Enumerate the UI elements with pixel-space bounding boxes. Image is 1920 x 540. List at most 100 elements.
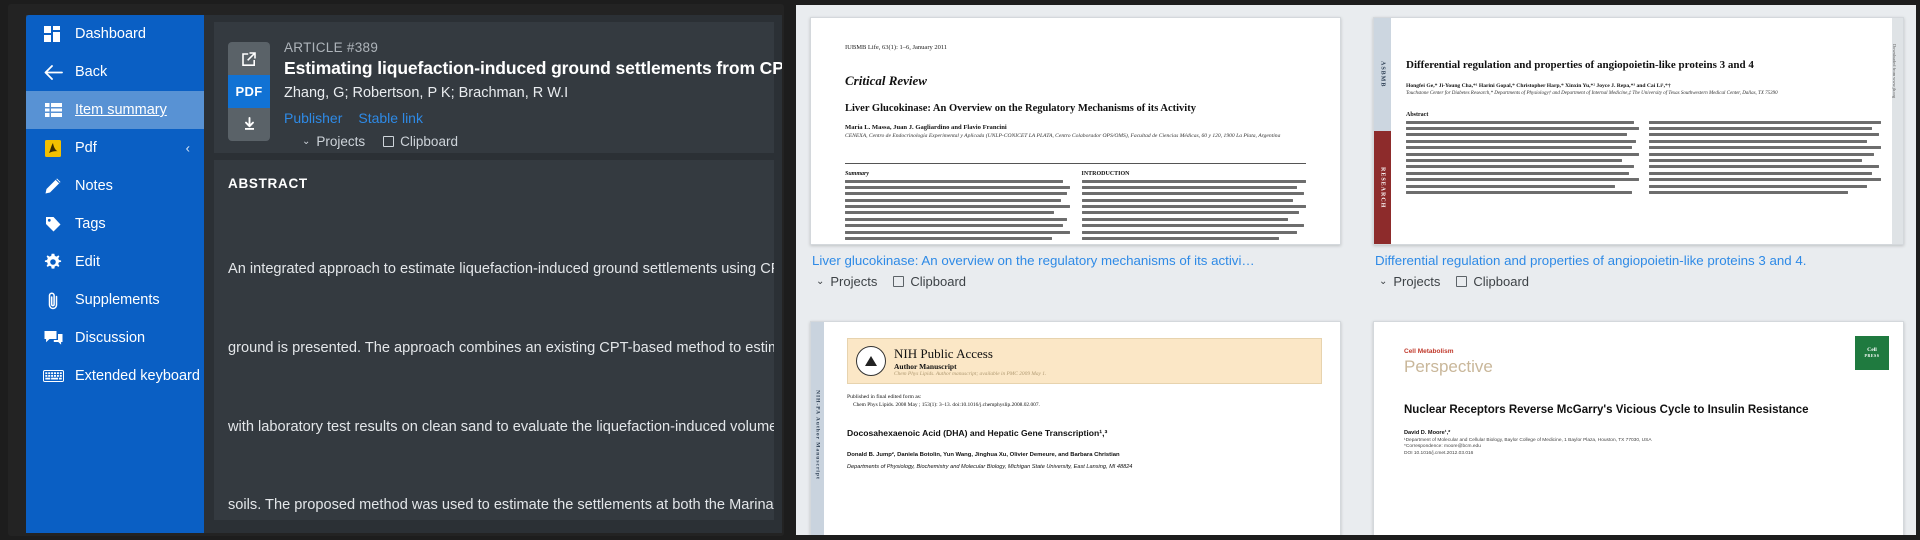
sidebar-item-notes[interactable]: Notes — [26, 167, 204, 205]
external-link-icon[interactable] — [228, 42, 270, 75]
sidebar-item-tags[interactable]: Tags — [26, 205, 204, 243]
download-icon[interactable] — [228, 108, 270, 141]
paper-affiliation: ¹Department of Molecular and Cellular Bi… — [1404, 438, 1652, 456]
projects-label: Projects — [316, 134, 366, 149]
thumbnail-meta: Differential regulation and properties o… — [1361, 245, 1916, 289]
document-preview[interactable]: IUBMB Life, 63(1): 1–6, January 2011 Cri… — [810, 17, 1341, 245]
chevron-down-icon: ⌄ — [816, 276, 825, 287]
sidebar-item-label: Back — [75, 64, 108, 80]
nih-band-note: Chem Phys Lipids. Author manuscript; ava… — [894, 370, 1047, 377]
clipboard-checkbox[interactable]: Clipboard — [893, 274, 966, 289]
chevron-down-icon: ⌄ — [302, 136, 311, 147]
chat-icon — [42, 328, 64, 348]
abstract-line: with laboratory test results on clean sa… — [228, 418, 774, 435]
result-title-link[interactable]: Differential regulation and properties o… — [1375, 253, 1902, 268]
result-chip-row: ⌄ Projects Clipboard — [1375, 274, 1902, 289]
section-heading-summary: Summary — [845, 170, 870, 177]
sidebar-item-label: Tags — [75, 216, 106, 232]
right-panel: IUBMB Life, 63(1): 1–6, January 2011 Cri… — [792, 0, 1920, 540]
section-heading-abstract: Abstract — [1406, 111, 1429, 118]
projects-dropdown[interactable]: ⌄ Projects — [1379, 274, 1440, 289]
thumbnail-card[interactable]: ASBMB RESEARCH Downloaded from www.jlr.o… — [1361, 7, 1916, 305]
abstract-body: An integrated approach to estimate lique… — [228, 204, 774, 520]
paper-title: Docosahexaenoic Acid (DHA) and Hepatic G… — [847, 428, 1108, 438]
thumbnail-card[interactable]: IUBMB Life, 63(1): 1–6, January 2011 Cri… — [798, 7, 1353, 305]
logo-line-2: PRESS — [1864, 353, 1880, 358]
chevron-down-icon: ⌄ — [1379, 276, 1388, 287]
projects-dropdown[interactable]: ⌄ Projects — [816, 274, 877, 289]
abstract-line: An integrated approach to estimate lique… — [228, 261, 774, 278]
paper-page-nih-dha: NIH-PA Author Manuscript NIH Public Acce… — [811, 322, 1340, 535]
paper-affiliation: CENEXA, Centro de Endocrinología Experim… — [845, 133, 1281, 139]
sidebar-item-label: Edit — [75, 254, 100, 270]
pdf-action-stack: PDF — [228, 36, 270, 141]
arrow-left-icon — [42, 62, 64, 82]
abstract-line: ground is presented. The approach combin… — [228, 340, 774, 357]
thumbnail-card[interactable]: NIH-PA Author Manuscript NIH Public Acce… — [798, 311, 1353, 535]
sidebar-item-discussion[interactable]: Discussion — [26, 319, 204, 357]
checkbox-icon — [383, 136, 395, 147]
projects-dropdown[interactable]: ⌄ Projects — [302, 134, 365, 149]
clipboard-label: Clipboard — [400, 134, 458, 149]
download-watermark: Downloaded from www.jlr.org — [1892, 18, 1903, 244]
result-title-link[interactable]: Liver glucokinase: An overview on the re… — [812, 253, 1339, 268]
pdf-format-badge[interactable]: PDF — [228, 75, 270, 108]
watermark-label: Downloaded from www.jlr.org — [1892, 44, 1897, 99]
paper-page-angiopoietin: ASBMB RESEARCH Downloaded from www.jlr.o… — [1374, 18, 1903, 244]
side-tab-label: NIH-PA Author Manuscript — [814, 390, 821, 480]
dashboard-icon — [42, 24, 64, 44]
document-preview[interactable]: Cell PRESS Cell Metabolism Perspective N… — [1373, 321, 1904, 535]
checkbox-icon — [1456, 276, 1468, 287]
nih-band-subtitle: Author Manuscript — [894, 361, 957, 371]
nih-band-title: NIH Public Access — [894, 345, 993, 361]
stable-link[interactable]: Stable link — [358, 110, 423, 126]
abstract-card: ABSTRACT An integrated approach to estim… — [214, 160, 774, 520]
paper-authors: Donald B. Jump², Daniela Botolin, Yun Wa… — [847, 452, 1120, 458]
pencil-icon — [42, 176, 64, 196]
clipboard-checkbox[interactable]: Clipboard — [1456, 274, 1529, 289]
document-preview[interactable]: NIH-PA Author Manuscript NIH Public Acce… — [810, 321, 1341, 535]
article-header-card: PDF ARTICLE #389 Estimating liquefaction… — [214, 22, 782, 153]
gear-icon — [42, 252, 64, 272]
article-authors: Zhang, G; Robertson, P K; Brachman, R W.… — [284, 85, 569, 101]
page-title: Estimating liquefaction-induced ground s… — [284, 58, 782, 78]
paper-affiliation: Touchstone Center for Diabetes Research,… — [1406, 91, 1778, 96]
cell-press-logo: Cell PRESS — [1855, 336, 1889, 370]
app-screen: Dashboard Back Item summary Pdf ‹ Notes … — [26, 15, 782, 533]
tag-icon — [42, 214, 64, 234]
sidebar-item-back[interactable]: Back — [26, 53, 204, 91]
body-text-placeholder — [1081, 179, 1306, 241]
paper-affiliation: Departments of Physiology, Biochemistry … — [847, 463, 1133, 470]
article-chip-row: ⌄ Projects Clipboard — [284, 134, 758, 149]
sidebar-item-edit[interactable]: Edit — [26, 243, 204, 281]
projects-label: Projects — [830, 274, 878, 289]
clipboard-checkbox[interactable]: Clipboard — [383, 134, 458, 149]
sidebar-item-extended-keyboard[interactable]: Extended keyboard — [26, 357, 204, 395]
sidebar-item-label: Dashboard — [75, 26, 146, 42]
sidebar-item-pdf[interactable]: Pdf ‹ — [26, 129, 204, 167]
paper-title: Liver Glucokinase: An Overview on the Re… — [845, 103, 1196, 114]
document-preview[interactable]: ASBMB RESEARCH Downloaded from www.jlr.o… — [1373, 17, 1904, 245]
thumbnail-card[interactable]: Cell PRESS Cell Metabolism Perspective N… — [1361, 311, 1916, 535]
side-tab-label: ASBMB — [1379, 61, 1386, 88]
checkbox-icon — [893, 276, 905, 287]
sidebar-item-label: Item summary — [75, 102, 167, 118]
sidebar-item-label: Supplements — [75, 292, 160, 308]
sidebar-item-item-summary[interactable]: Item summary — [26, 91, 204, 129]
publisher-link[interactable]: Publisher — [284, 110, 342, 126]
side-tab-label: RESEARCH — [1379, 166, 1386, 209]
published-label: Published in final edited form as: — [847, 394, 922, 400]
sidebar-item-label: Notes — [75, 178, 113, 194]
abstract-heading: ABSTRACT — [228, 176, 308, 191]
journal-side-tab-research: RESEARCH — [1374, 131, 1391, 244]
article-header-text: ARTICLE #389 Estimating liquefaction-ind… — [284, 36, 782, 149]
journal-kicker: Cell Metabolism — [1404, 348, 1454, 355]
section-heading-introduction: INTRODUCTION — [1081, 170, 1130, 177]
paper-page-cell-metabolism: Cell PRESS Cell Metabolism Perspective N… — [1374, 322, 1903, 535]
clipboard-label: Clipboard — [1473, 274, 1530, 289]
sidebar-item-supplements[interactable]: Supplements — [26, 281, 204, 319]
sidebar-item-dashboard[interactable]: Dashboard — [26, 15, 204, 53]
sidebar-item-label: Discussion — [75, 330, 146, 346]
journal-citation: IUBMB Life, 63(1): 1–6, January 2011 — [845, 44, 948, 51]
paper-title: Nuclear Receptors Reverse McGarry's Vici… — [1404, 404, 1809, 416]
